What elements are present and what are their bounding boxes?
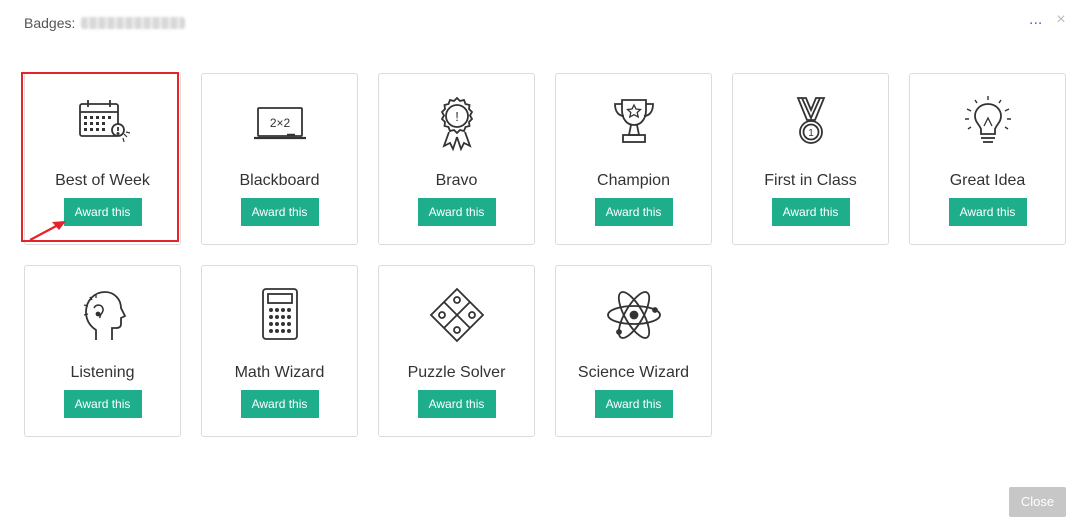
badge-name: Listening [70, 364, 135, 381]
more-options-button[interactable]: ... [1029, 12, 1045, 32]
medal-icon: 1 [782, 94, 840, 152]
award-button[interactable]: Award this [63, 198, 142, 226]
badge-card-first-in-class: 1 First in Class Award this [732, 73, 889, 245]
award-button[interactable]: Award this [240, 390, 319, 418]
award-button[interactable]: Award this [63, 390, 142, 418]
award-button[interactable]: Award this [948, 198, 1027, 226]
rosette-text: ! [455, 109, 459, 124]
badge-card-science-wizard: Science Wizard Award this [555, 265, 712, 437]
close-button[interactable]: Close [1009, 487, 1066, 517]
lightbulb-icon [959, 94, 1017, 152]
award-button[interactable]: Award this [240, 198, 319, 226]
badges-dialog: Badges: ... × Best of Week Award this 2×… [0, 0, 1092, 531]
award-button[interactable]: Award this [417, 198, 496, 226]
badge-card-bravo: ! Bravo Award this [378, 73, 535, 245]
award-button[interactable]: Award this [594, 198, 673, 226]
badge-card-math-wizard: Math Wizard Award this [201, 265, 358, 437]
board-text: 2×2 [269, 116, 290, 130]
badge-card-puzzle-solver: Puzzle Solver Award this [378, 265, 535, 437]
badge-name: Puzzle Solver [407, 364, 506, 381]
badge-card-champion: Champion Award this [555, 73, 712, 245]
badge-name: Best of Week [55, 172, 150, 189]
badge-name: Great Idea [949, 172, 1026, 189]
close-icon[interactable]: × [1053, 10, 1069, 30]
atom-icon [605, 286, 663, 344]
badge-name: Champion [597, 172, 670, 189]
award-button[interactable]: Award this [771, 198, 850, 226]
dialog-header: Badges: [24, 13, 186, 33]
award-button[interactable]: Award this [594, 390, 673, 418]
blackboard-icon: 2×2 [251, 94, 309, 152]
trophy-icon [605, 94, 663, 152]
badge-name: Science Wizard [577, 364, 690, 381]
badge-name: Blackboard [239, 172, 320, 189]
medal-text: 1 [808, 128, 814, 139]
calculator-icon [251, 286, 309, 344]
badge-name: Bravo [435, 172, 478, 189]
badge-card-listening: Listening Award this [24, 265, 181, 437]
puzzle-icon [428, 286, 486, 344]
blurred-student-name [81, 17, 186, 29]
dialog-title: Badges: [24, 15, 76, 31]
badge-card-best-of-week: Best of Week Award this [24, 73, 181, 245]
badge-card-blackboard: 2×2 Blackboard Award this [201, 73, 358, 245]
award-button[interactable]: Award this [417, 390, 496, 418]
badge-name: First in Class [764, 172, 857, 189]
rosette-icon: ! [428, 94, 486, 152]
badge-name: Math Wizard [234, 364, 325, 381]
calendar-star-icon [74, 94, 132, 152]
badge-card-great-idea: Great Idea Award this [909, 73, 1066, 245]
head-listening-icon [74, 286, 132, 344]
